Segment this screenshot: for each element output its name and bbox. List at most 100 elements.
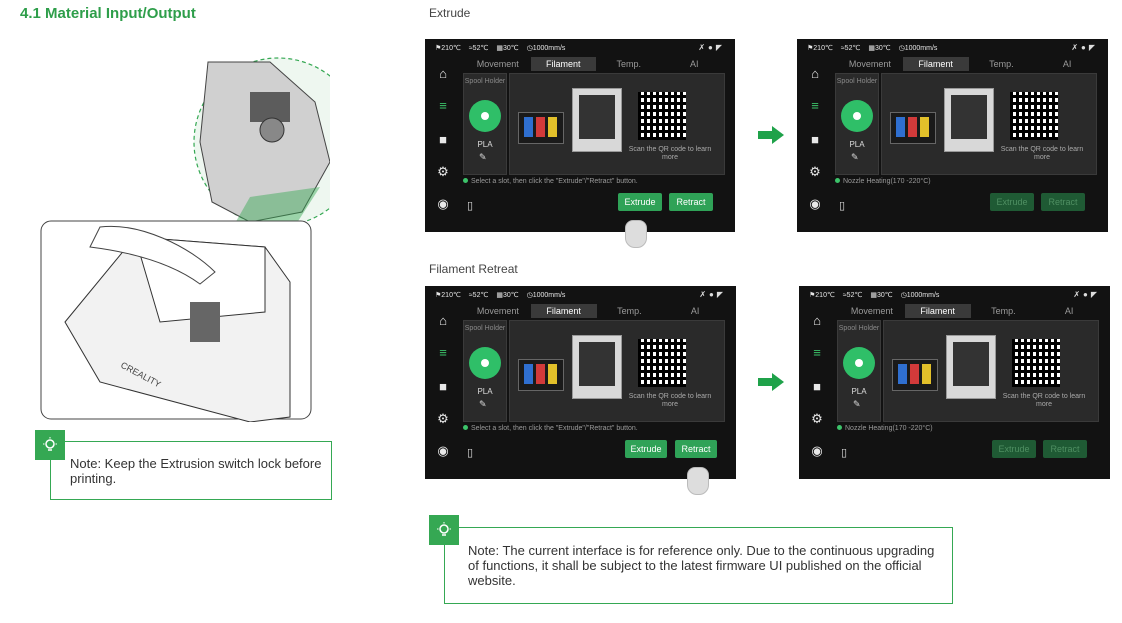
tab-bar: Movement Filament Temp. AI [839, 304, 1102, 318]
tab-filament[interactable]: Filament [904, 304, 971, 318]
spool-holder-panel[interactable]: Spool Holder PLA ✎ [835, 73, 879, 175]
printer-screen: ⚑210℃ ≈52℃ ▦30℃ ◷1000mm/s ✗●◤ ⌂ ≡ ■ ⚙ ◉ … [797, 39, 1108, 232]
spool-icon [469, 100, 501, 132]
controls-icon[interactable]: ≡ [808, 99, 822, 113]
nozzle-icon[interactable]: ▯ [467, 446, 473, 459]
folder-icon[interactable]: ■ [810, 380, 824, 394]
slot-yellow[interactable] [548, 364, 557, 384]
section-title: 4.1 Material Input/Output [20, 5, 196, 22]
retract-button[interactable]: Retract [675, 440, 717, 458]
slot-yellow[interactable] [922, 364, 931, 384]
folder-icon[interactable]: ■ [436, 133, 450, 147]
status-icons: ✗●◤ [1071, 43, 1098, 52]
slot-blue[interactable] [524, 117, 533, 137]
robot-icon[interactable]: ◉ [436, 444, 450, 458]
slot-red[interactable] [536, 117, 545, 137]
note-text: Note: The current interface is for refer… [468, 543, 935, 588]
folder-icon[interactable]: ■ [436, 380, 450, 394]
tab-temp[interactable]: Temp. [971, 304, 1037, 318]
retract-button[interactable]: Retract [1043, 440, 1087, 458]
tab-filament[interactable]: Filament [530, 304, 597, 318]
extrude-button[interactable]: Extrude [618, 193, 662, 211]
tab-filament[interactable]: Filament [902, 57, 969, 71]
tab-filament[interactable]: Filament [530, 57, 596, 71]
printer-screen: ⚑210℃ ≈52℃ ▦30℃ ◷1000mm/s ✗●◤ ⌂ ≡ ■ ⚙ ◉ … [425, 286, 736, 479]
edit-icon[interactable]: ✎ [851, 152, 859, 163]
spool-holder-label: Spool Holder [464, 325, 506, 332]
tab-ai[interactable]: AI [662, 304, 728, 318]
tab-ai[interactable]: AI [662, 57, 728, 71]
robot-icon[interactable]: ◉ [808, 197, 822, 211]
tab-temp[interactable]: Temp. [596, 57, 662, 71]
edit-icon[interactable]: ✎ [853, 399, 861, 410]
home-icon[interactable]: ⌂ [808, 67, 822, 81]
bed-temp: ≈52℃ [842, 292, 863, 299]
extrude-button[interactable]: Extrude [625, 440, 667, 458]
nozzle-icon[interactable]: ▯ [839, 199, 845, 212]
nozzle-icon[interactable]: ▯ [467, 199, 473, 212]
sidebar: ⌂ ≡ ■ ⚙ ◉ [425, 304, 461, 479]
slot-blue[interactable] [896, 117, 905, 137]
slot-red[interactable] [910, 364, 919, 384]
tab-movement[interactable]: Movement [839, 304, 905, 318]
spool-holder-panel[interactable]: Spool Holder PLA ✎ [463, 320, 507, 422]
status-dot [837, 425, 842, 430]
cfs-rack [890, 112, 936, 144]
robot-icon[interactable]: ◉ [436, 197, 450, 211]
status-bar: ⚑210℃ ≈52℃ ▦30℃ ◷1000mm/s ✗●◤ [425, 288, 736, 302]
home-icon[interactable]: ⌂ [810, 314, 824, 328]
cfs-rack [518, 359, 564, 391]
slot-red[interactable] [536, 364, 545, 384]
retract-button[interactable]: Retract [669, 193, 713, 211]
status-dot [835, 178, 840, 183]
material-label: PLA [851, 387, 867, 396]
spool-holder-label: Spool Holder [836, 78, 878, 85]
tab-ai[interactable]: AI [1036, 304, 1102, 318]
chamber-temp: ▦30℃ [496, 292, 519, 299]
gear-icon[interactable]: ⚙ [436, 165, 450, 179]
nozzle-icon[interactable]: ▯ [841, 446, 847, 459]
slot-blue[interactable] [524, 364, 533, 384]
retract-button[interactable]: Retract [1041, 193, 1085, 211]
material-label: PLA [477, 140, 493, 149]
slot-red[interactable] [908, 117, 917, 137]
qr-code [638, 339, 686, 387]
tab-movement[interactable]: Movement [465, 304, 531, 318]
tab-bar: Movement Filament Temp. AI [837, 57, 1100, 71]
tab-temp[interactable]: Temp. [969, 57, 1035, 71]
robot-icon[interactable]: ◉ [810, 444, 824, 458]
home-icon[interactable]: ⌂ [436, 67, 450, 81]
status-icons: ✗●◤ [699, 290, 726, 299]
scan-qr-text: Scan the QR code to learn more [1002, 393, 1086, 408]
gear-icon[interactable]: ⚙ [810, 412, 824, 426]
edit-icon[interactable]: ✎ [479, 399, 487, 410]
extrude-button[interactable]: Extrude [990, 193, 1034, 211]
home-icon[interactable]: ⌂ [436, 314, 450, 328]
tab-temp[interactable]: Temp. [597, 304, 663, 318]
tab-movement[interactable]: Movement [837, 57, 903, 71]
tab-bar: Movement Filament Temp. AI [465, 57, 727, 71]
hint-text: Select a slot, then click the "Extrude"/… [463, 178, 638, 185]
cfs-panel: Scan the QR code to learn more [883, 320, 1099, 422]
spool-holder-panel[interactable]: Spool Holder PLA ✎ [463, 73, 507, 175]
status-icons: ✗●◤ [698, 43, 725, 52]
status-bar: ⚑210℃ ≈52℃ ▦30℃ ◷1000mm/s ✗●◤ [799, 288, 1110, 302]
spool-holder-panel[interactable]: Spool Holder PLA ✎ [837, 320, 881, 422]
folder-icon[interactable]: ■ [808, 133, 822, 147]
controls-icon[interactable]: ≡ [810, 346, 824, 360]
tab-ai[interactable]: AI [1034, 57, 1100, 71]
slot-yellow[interactable] [548, 117, 557, 137]
spool-icon [469, 347, 501, 379]
slot-yellow[interactable] [920, 117, 929, 137]
controls-icon[interactable]: ≡ [436, 346, 450, 360]
nozzle-temp: ⚑210℃ [435, 45, 461, 52]
slot-blue[interactable] [898, 364, 907, 384]
gear-icon[interactable]: ⚙ [436, 412, 450, 426]
controls-icon[interactable]: ≡ [436, 99, 450, 113]
gear-icon[interactable]: ⚙ [808, 165, 822, 179]
extrude-button[interactable]: Extrude [992, 440, 1036, 458]
edit-icon[interactable]: ✎ [479, 152, 487, 163]
bed-temp: ≈52℃ [468, 292, 489, 299]
pointer-hand-icon [687, 467, 709, 495]
tab-movement[interactable]: Movement [465, 57, 531, 71]
